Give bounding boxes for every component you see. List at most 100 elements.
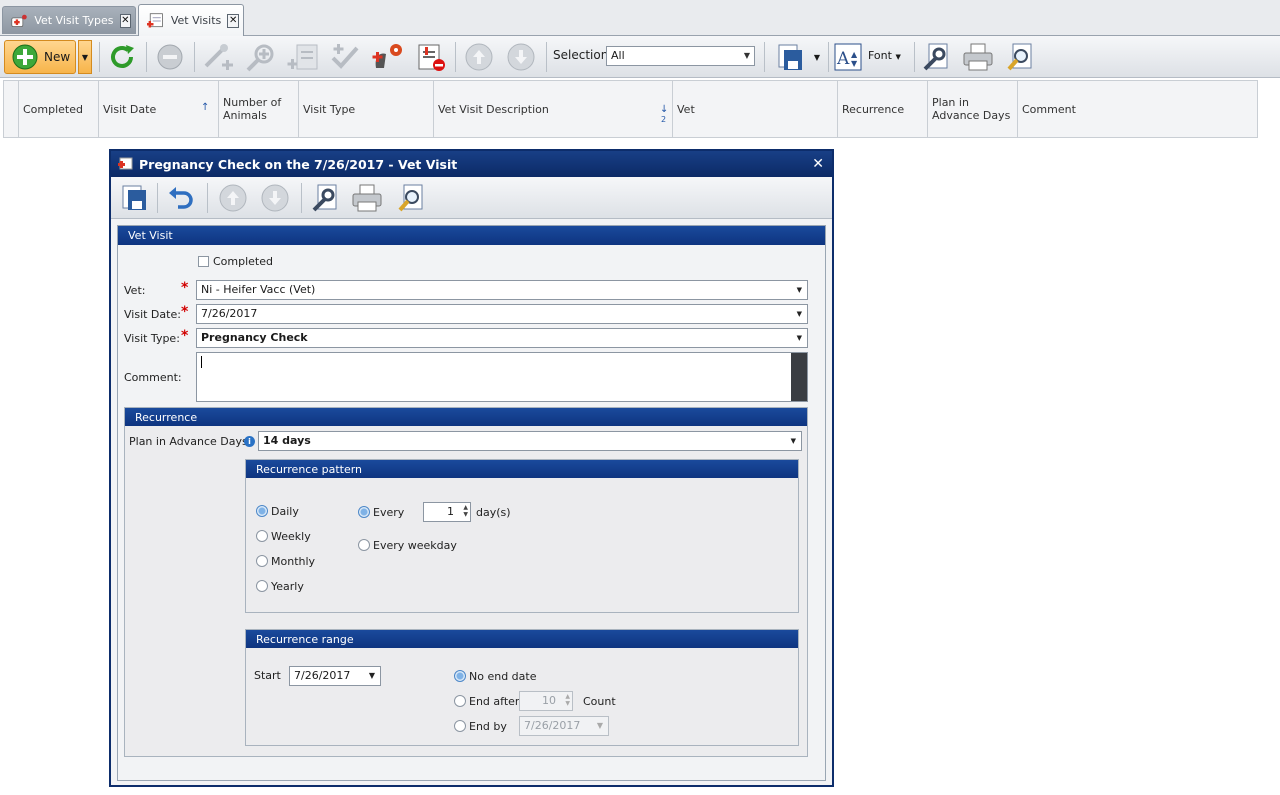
font-menu-label[interactable]: Font ▼: [868, 49, 901, 62]
new-button[interactable]: New: [4, 40, 76, 74]
visit-type-value: Pregnancy Check: [201, 331, 308, 344]
move-up-button[interactable]: [460, 40, 498, 74]
plan-in-advance-select[interactable]: 14 days ▼: [258, 431, 802, 451]
column-visit-date[interactable]: Visit Date ↑: [99, 81, 219, 137]
new-dropdown-button[interactable]: ▼: [78, 40, 92, 74]
move-up-button[interactable]: [215, 181, 251, 215]
weekly-radio[interactable]: [256, 530, 268, 542]
column-label: Comment: [1022, 102, 1076, 116]
comment-label: Comment:: [124, 371, 182, 384]
move-down-button[interactable]: [257, 181, 293, 215]
add-treatment-button[interactable]: [200, 40, 238, 74]
vet-settings-button[interactable]: [368, 40, 408, 74]
close-tab-icon[interactable]: ✕: [227, 13, 239, 28]
completed-checkbox[interactable]: [198, 256, 209, 267]
font-label-text: Font: [868, 49, 892, 62]
move-down-button[interactable]: [502, 40, 540, 74]
vet-value: Ni - Heifer Vacc (Vet): [201, 283, 316, 296]
add-search-button[interactable]: [242, 40, 280, 74]
section-title: Recurrence: [135, 410, 198, 424]
column-recurrence[interactable]: Recurrence: [838, 81, 928, 137]
delete-button[interactable]: [152, 40, 188, 74]
recurrence-pattern-header: Recurrence pattern: [246, 460, 798, 478]
column-visit-type[interactable]: Visit Type: [299, 81, 434, 137]
column-comment[interactable]: Comment: [1018, 81, 1257, 137]
spinner-arrows-icon[interactable]: ▲ ▼: [565, 693, 570, 707]
tab-bar: Vet Visit Types ✕ Vet Visits ✕: [0, 0, 1280, 36]
column-label: Recurrence: [842, 102, 905, 116]
print-button[interactable]: [347, 181, 387, 215]
chevron-down-icon: ▼: [895, 53, 901, 61]
vet-remove-button[interactable]: [410, 40, 450, 74]
arrow-down-icon: [261, 184, 289, 212]
every-label: Every: [373, 506, 405, 519]
print-button[interactable]: [958, 40, 998, 74]
visit-type-select[interactable]: Pregnancy Check ▼: [196, 328, 808, 348]
every-days-radio[interactable]: [358, 506, 370, 518]
toolbar-separator: [207, 183, 208, 213]
tab-vet-visits[interactable]: Vet Visits ✕: [138, 4, 244, 36]
dialog-title-bar[interactable]: Pregnancy Check on the 7/26/2017 - Vet V…: [111, 151, 832, 177]
daily-radio[interactable]: [256, 505, 268, 517]
vet-types-icon: [11, 14, 27, 27]
info-icon[interactable]: i: [244, 436, 255, 447]
arrow-up-icon: [219, 184, 247, 212]
tab-label: Vet Visits: [170, 14, 222, 27]
close-icon[interactable]: ✕: [812, 156, 824, 172]
close-tab-icon[interactable]: ✕: [119, 13, 131, 28]
visit-date-picker[interactable]: 7/26/2017 ▼: [196, 304, 808, 324]
add-list-button[interactable]: [284, 40, 324, 74]
spinner-arrows-icon[interactable]: ▲ ▼: [463, 504, 468, 518]
vet-visits-icon: [147, 12, 163, 27]
column-label: Number of Animals: [223, 96, 282, 122]
new-button-label: New: [44, 50, 71, 64]
end-by-date-picker[interactable]: 7/26/2017 ▼: [519, 716, 609, 736]
refresh-icon: [111, 45, 134, 68]
column-plan-in-advance-days[interactable]: Plan in Advance Days: [928, 81, 1018, 137]
group-title: Recurrence range: [256, 632, 354, 646]
arrow-up-icon: [465, 43, 493, 71]
end-by-radio[interactable]: [454, 720, 466, 732]
toolbar-separator: [194, 42, 195, 72]
settings-button[interactable]: [918, 40, 954, 74]
comment-scrollbar[interactable]: [791, 353, 807, 401]
undo-button[interactable]: [163, 181, 199, 215]
settings-button[interactable]: [307, 181, 343, 215]
arrow-down-icon: [507, 43, 535, 71]
check-button[interactable]: [326, 40, 366, 74]
recurrence-pattern-group: Recurrence pattern Daily Weekly Monthly …: [245, 459, 799, 613]
column-vet-visit-description[interactable]: Vet Visit Description ↓ 2: [434, 81, 673, 137]
print-preview-icon: [398, 184, 423, 212]
column-number-of-animals[interactable]: Number of Animals: [219, 81, 299, 137]
no-end-date-radio[interactable]: [454, 670, 466, 682]
plan-in-advance-label: Plan in Advance Days:: [129, 435, 252, 448]
save-layout-dropdown[interactable]: ▼: [810, 40, 824, 74]
tab-vet-visit-types[interactable]: Vet Visit Types ✕: [2, 6, 136, 34]
recurrence-range-group: Recurrence range Start 7/26/2017 ▼ No end…: [245, 629, 799, 746]
save-layout-button[interactable]: [772, 40, 808, 74]
comment-textarea[interactable]: [196, 352, 808, 402]
monthly-radio[interactable]: [256, 555, 268, 567]
selection-dropdown[interactable]: All ▼: [606, 46, 755, 66]
column-vet[interactable]: Vet: [673, 81, 838, 137]
start-date-picker[interactable]: 7/26/2017 ▼: [289, 666, 381, 686]
no-end-date-label: No end date: [469, 670, 537, 683]
save-button[interactable]: [117, 181, 153, 215]
end-after-spinner[interactable]: 10 ▲ ▼: [519, 691, 573, 711]
every-days-spinner[interactable]: 1 ▲ ▼: [423, 502, 471, 522]
yearly-radio[interactable]: [256, 580, 268, 592]
count-label: Count: [583, 695, 616, 708]
wrench-page-icon: [923, 43, 948, 71]
end-after-radio[interactable]: [454, 695, 466, 707]
checkmark-icon: [331, 44, 359, 69]
refresh-button[interactable]: [104, 40, 140, 74]
group-title: Recurrence pattern: [256, 462, 363, 476]
font-icon-button[interactable]: A ▲ ▼: [832, 40, 864, 74]
list-add-icon: [287, 44, 318, 70]
sort-order-number: 2: [661, 115, 667, 124]
vet-select[interactable]: Ni - Heifer Vacc (Vet) ▼: [196, 280, 808, 300]
column-completed[interactable]: Completed: [19, 81, 99, 137]
print-preview-button[interactable]: [393, 181, 429, 215]
print-preview-button[interactable]: [1002, 40, 1038, 74]
every-weekday-radio[interactable]: [358, 539, 370, 551]
